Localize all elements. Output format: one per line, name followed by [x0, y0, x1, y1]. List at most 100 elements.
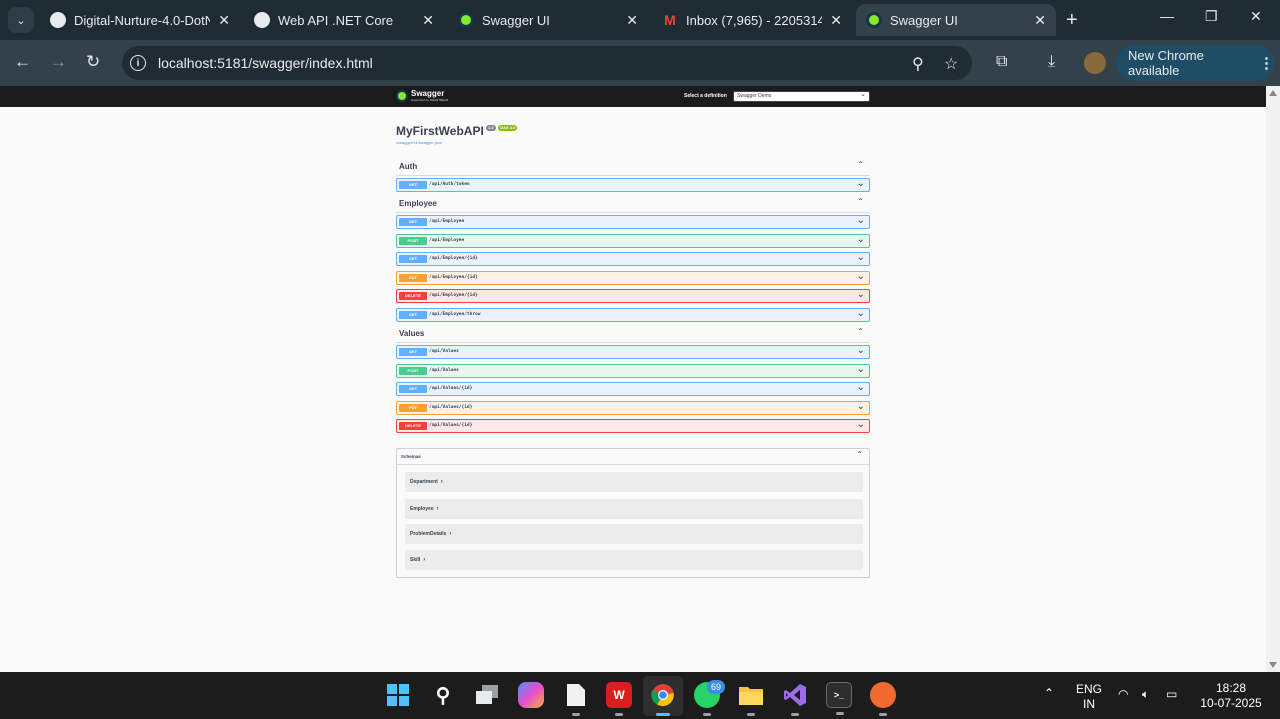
windows-start-icon[interactable]: [385, 682, 411, 708]
task-view-icon[interactable]: [474, 682, 500, 708]
tag-values[interactable]: Values ⌃: [396, 327, 870, 343]
wps-office-icon[interactable]: W: [606, 682, 632, 716]
address-bar[interactable]: i localhost:5181/swagger/index.html ⚲ ☆: [122, 46, 972, 80]
chevron-down-icon[interactable]: ⌄: [857, 271, 865, 282]
tab-web-api[interactable]: Web API .NET Core ✕: [244, 4, 444, 36]
tab-github[interactable]: Digital-Nurture-4.0-DotN ✕: [40, 4, 240, 36]
schemas-header[interactable]: Schemas ⌃: [397, 449, 869, 465]
tab-gmail[interactable]: M Inbox (7,965) - 22053146 ✕: [652, 4, 852, 36]
close-icon[interactable]: ✕: [626, 12, 638, 29]
swagger-logo[interactable]: Swagger Supported by SMARTBEAR: [396, 90, 448, 102]
close-icon[interactable]: ✕: [218, 12, 230, 29]
chevron-down-icon[interactable]: ⌄: [857, 178, 865, 189]
operation-get[interactable]: GET/api/Values/{id} ⌄: [396, 382, 870, 397]
chevron-down-icon[interactable]: ⌄: [857, 419, 865, 430]
chatgpt-icon: [254, 12, 270, 28]
new-tab-button[interactable]: +: [1066, 9, 1078, 32]
zoom-icon[interactable]: ⚲: [912, 54, 924, 74]
operation-path: /api/Values/{id}: [429, 423, 473, 429]
scroll-down-icon[interactable]: [1269, 662, 1277, 668]
clock[interactable]: 18:28 10-07-2025: [1196, 681, 1266, 711]
minimize-button[interactable]: —: [1160, 8, 1174, 24]
close-icon[interactable]: ✕: [1034, 12, 1046, 29]
clock-date: 10-07-2025: [1200, 696, 1262, 710]
operation-delete[interactable]: DELETE/api/Employee/{id} ⌄: [396, 289, 870, 304]
scroll-up-icon[interactable]: [1269, 90, 1277, 96]
schema-model[interactable]: Employee ›: [405, 499, 863, 519]
notepad-icon[interactable]: [563, 682, 589, 716]
http-method-badge: POST: [399, 366, 427, 375]
update-label: New Chrome available: [1128, 48, 1204, 78]
close-icon[interactable]: ✕: [422, 12, 434, 29]
page-viewport: Swagger Supported by SMARTBEAR Select a …: [0, 86, 1280, 672]
running-indicator: [747, 713, 755, 716]
collapse-arrow-icon[interactable]: ⌃: [856, 450, 863, 459]
wifi-icon[interactable]: ◠: [1118, 687, 1128, 701]
language-indicator[interactable]: ENG IN: [1072, 682, 1106, 712]
download-icon[interactable]: ⤓: [1048, 53, 1055, 71]
file-explorer-icon[interactable]: [738, 682, 764, 716]
operation-delete[interactable]: DELETE/api/Values/{id} ⌄: [396, 419, 870, 434]
reload-button[interactable]: ↻: [86, 52, 100, 72]
profile-avatar[interactable]: [1084, 52, 1106, 74]
url-text[interactable]: localhost:5181/swagger/index.html: [158, 55, 373, 71]
restore-button[interactable]: ❐: [1205, 8, 1218, 25]
operation-post[interactable]: POST/api/Values ⌄: [396, 363, 870, 378]
chevron-down-icon[interactable]: ⌄: [857, 215, 865, 226]
collapse-arrow-icon[interactable]: ⌃: [857, 327, 864, 336]
site-info-icon[interactable]: i: [130, 55, 146, 71]
search-icon[interactable]: ⚲: [430, 682, 456, 708]
schema-model[interactable]: Skill ›: [405, 550, 863, 570]
chrome-icon[interactable]: [650, 682, 676, 716]
operation-get[interactable]: GET/api/Employee ⌄: [396, 215, 870, 229]
operation-put[interactable]: PUT/api/Employee/{id} ⌄: [396, 270, 870, 285]
postman-icon[interactable]: [870, 682, 896, 716]
collapse-arrow-icon[interactable]: ⌃: [857, 160, 864, 169]
operation-get[interactable]: GET/api/Employee/{id} ⌄: [396, 252, 870, 267]
chevron-down-icon[interactable]: ⌄: [857, 364, 865, 375]
operation-path: /api/Employee/{id}: [429, 256, 478, 262]
tab-swagger-active[interactable]: Swagger UI ✕: [856, 4, 1056, 36]
chevron-down-icon[interactable]: ⌄: [857, 308, 865, 319]
definition-select[interactable]: Swagger Demo: [733, 90, 870, 102]
operation-get[interactable]: GET/api/Values ⌄: [396, 345, 870, 359]
tab-swagger-1[interactable]: Swagger UI ✕: [448, 4, 648, 36]
visual-studio-icon[interactable]: [782, 682, 808, 716]
chevron-down-icon[interactable]: ⌄: [857, 234, 865, 245]
chevron-down-icon[interactable]: ⌄: [857, 401, 865, 412]
close-window-button[interactable]: ✕: [1250, 8, 1262, 25]
back-button[interactable]: ←: [14, 52, 31, 72]
operation-path: /api/Employee/throw: [429, 312, 481, 317]
running-indicator: [703, 713, 711, 716]
collapse-arrow-icon[interactable]: ⌃: [857, 197, 864, 206]
chrome-update-button[interactable]: New Chrome available ⋮: [1116, 45, 1274, 81]
vertical-scrollbar[interactable]: [1266, 86, 1280, 672]
chevron-down-icon[interactable]: ⌄: [857, 289, 865, 300]
spec-link[interactable]: /swagger/v1/swagger.json: [396, 140, 442, 145]
close-icon[interactable]: ✕: [830, 12, 842, 29]
schema-model[interactable]: Department ›: [405, 472, 863, 492]
bookmark-star-icon[interactable]: ☆: [944, 54, 958, 74]
tab-search-button[interactable]: ⌄: [8, 7, 34, 33]
copilot-icon[interactable]: [518, 682, 544, 708]
battery-icon[interactable]: ▭: [1166, 687, 1177, 701]
schema-model[interactable]: ProblemDetails ›: [405, 524, 863, 544]
show-hidden-icons-icon[interactable]: ⌃: [1044, 686, 1054, 700]
operation-get[interactable]: GET/api/Employee/throw ⌄: [396, 308, 870, 322]
chevron-down-icon[interactable]: ⌄: [857, 252, 865, 263]
operation-put[interactable]: PUT/api/Values/{id} ⌄: [396, 400, 870, 415]
version-badge: 1.0: [486, 125, 496, 131]
tag-auth[interactable]: Auth ⌃: [396, 160, 870, 176]
chevron-down-icon[interactable]: ⌄: [857, 345, 865, 356]
chevron-down-icon[interactable]: ⌄: [857, 382, 865, 393]
tag-employee[interactable]: Employee ⌃: [396, 197, 870, 213]
forward-button[interactable]: →: [50, 52, 67, 72]
volume-icon[interactable]: 🔈︎: [1142, 687, 1149, 702]
operation-path: /api/Employee: [429, 219, 465, 224]
extensions-icon[interactable]: ⧉: [996, 53, 1007, 71]
operation-post[interactable]: POST/api/Employee ⌄: [396, 233, 870, 248]
terminal-icon[interactable]: >_: [826, 682, 852, 715]
operation-get[interactable]: GET/api/Auth/token ⌄: [396, 178, 870, 192]
swagger-icon: [458, 12, 474, 28]
http-method-badge: POST: [399, 236, 427, 245]
